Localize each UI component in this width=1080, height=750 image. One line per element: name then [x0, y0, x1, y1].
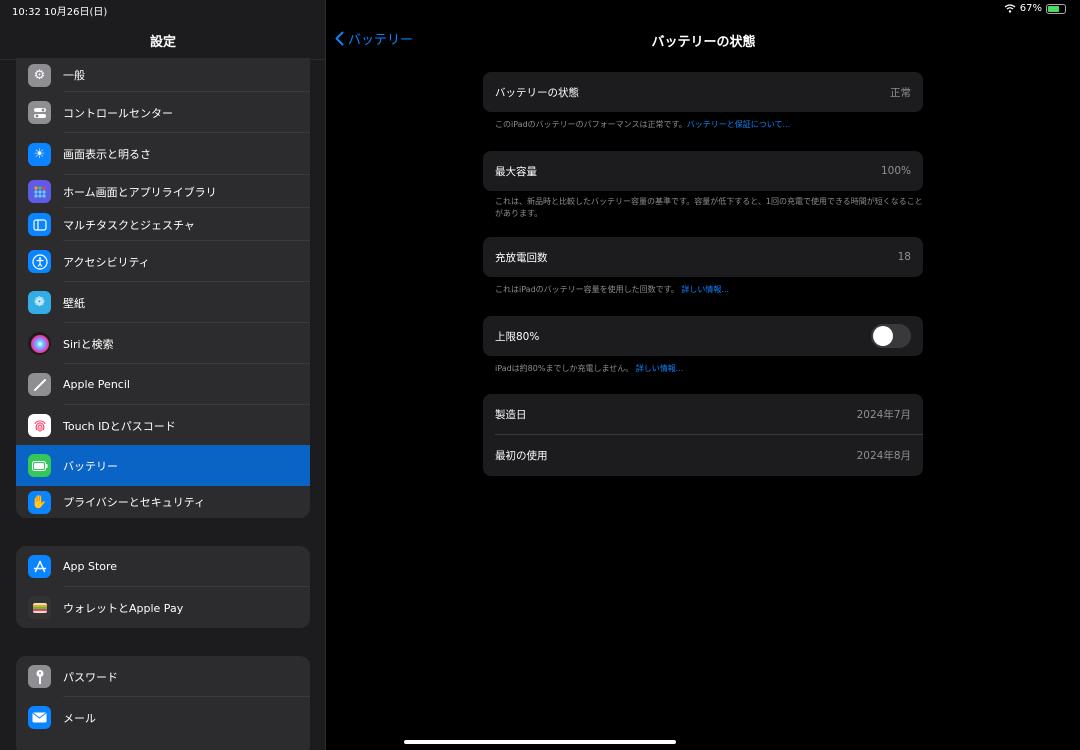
- first-use-label: 最初の使用: [495, 450, 548, 462]
- flower-icon: ❁: [28, 291, 51, 314]
- charge-limit-row: 上限80%: [483, 316, 923, 356]
- gear-icon: ⚙: [28, 63, 51, 87]
- sidebar-item-label: メール: [63, 711, 96, 725]
- status-time: 10:32 10月26日(日): [12, 7, 108, 18]
- max-capacity-value: 100%: [880, 165, 911, 177]
- appstore-icon: [28, 555, 51, 578]
- sidebar-item-label: App Store: [63, 560, 118, 573]
- sidebar-item-label: 画面表示と明るさ: [63, 148, 151, 161]
- sidebar-item-display[interactable]: ☀ 画面表示と明るさ: [16, 133, 310, 175]
- cycle-count-card: 充放電回数 18: [483, 237, 923, 277]
- settings-group-store: App Store ウォレットとApple Pay: [16, 546, 310, 628]
- key-icon: [28, 665, 51, 688]
- sidebar-item-accessibility[interactable]: アクセシビリティ: [16, 241, 310, 282]
- sidebar-item-passwords[interactable]: パスワード: [16, 656, 310, 697]
- manufacture-date-label: 製造日: [495, 409, 527, 421]
- battery-health-card: バッテリーの状態 正常: [483, 72, 923, 112]
- battery-icon: [28, 454, 51, 477]
- sidebar-item-label: プライバシーとセキュリティ: [63, 496, 206, 509]
- battery-status-icon: [1046, 3, 1066, 14]
- sidebar-item-label: コントロールセンター: [63, 106, 173, 120]
- manufacture-date-row: 製造日 2024年7月: [483, 394, 923, 435]
- charge-limit-card: 上限80%: [483, 316, 923, 356]
- sidebar-item-general[interactable]: ⚙ 一般: [16, 58, 310, 92]
- sun-icon: ☀: [28, 142, 51, 166]
- max-capacity-row: 最大容量 100%: [483, 151, 923, 191]
- sidebar-item-home-screen[interactable]: ホーム画面とアプリライブラリ: [16, 175, 310, 208]
- sidebar-item-siri[interactable]: Siriと検索: [16, 323, 310, 364]
- sidebar-item-label: マルチタスクとジェスチャ: [63, 218, 195, 232]
- accessibility-icon: [28, 250, 51, 273]
- sidebar-item-label: ホーム画面とアプリライブラリ: [63, 185, 217, 199]
- charge-limit-toggle[interactable]: [871, 324, 911, 348]
- max-capacity-card: 最大容量 100%: [483, 151, 923, 191]
- sidebar-header: 10:32 10月26日(日) 設定: [0, 0, 325, 60]
- battery-health-value: 正常: [890, 86, 911, 99]
- battery-health-note: このiPadのバッテリーのパフォーマンスは正常です。バッテリーと保証について..…: [495, 120, 791, 129]
- sidebar-item-label: Siriと検索: [63, 337, 114, 351]
- wallet-icon: [28, 596, 51, 619]
- sidebar-item-label: アクセシビリティ: [63, 255, 150, 269]
- cycle-count-row: 充放電回数 18: [483, 237, 923, 277]
- settings-group-accounts: パスワード メール: [16, 656, 310, 750]
- cycle-count-learn-more-link[interactable]: 詳しい情報...: [681, 285, 729, 294]
- charge-limit-label: 上限80%: [495, 330, 540, 343]
- battery-dates-card: 製造日 2024年7月 最初の使用 2024年8月: [483, 394, 923, 476]
- sidebar-item-label: バッテリー: [63, 459, 118, 473]
- charge-limit-learn-more-link[interactable]: 詳しい情報...: [636, 364, 684, 373]
- mail-icon: [28, 706, 51, 729]
- sidebar-item-label: Apple Pencil: [63, 378, 130, 391]
- page-title: バッテリーの状態: [651, 35, 756, 50]
- settings-sidebar: 10:32 10月26日(日) 設定 ⚙ 一般 コントロールセンター ☀ 画面表…: [0, 0, 326, 750]
- status-bar-right: 67%: [1004, 3, 1066, 14]
- sidebar-item-label: パスワード: [63, 670, 118, 684]
- siri-icon: [28, 332, 51, 355]
- sidebar-item-label: 一般: [63, 69, 85, 82]
- first-use-row: 最初の使用 2024年8月: [483, 435, 923, 476]
- max-capacity-note: これは、新品時と比較したバッテリー容量の基準です。容量が低下すると、1回の充電で…: [495, 197, 923, 218]
- sidebar-item-multitasking[interactable]: マルチタスクとジェスチャ: [16, 208, 310, 241]
- hand-icon: ✋: [28, 490, 51, 514]
- sidebar-item-control-center[interactable]: コントロールセンター: [16, 92, 310, 133]
- first-use-value: 2024年8月: [856, 450, 911, 462]
- battery-warranty-link[interactable]: バッテリーと保証について...: [687, 120, 790, 129]
- multitask-icon: [28, 213, 51, 236]
- sidebar-item-label: 壁紙: [63, 296, 85, 310]
- wifi-icon: [1004, 4, 1016, 13]
- sidebar-item-app-store[interactable]: App Store: [16, 546, 310, 587]
- switches-icon: [28, 101, 51, 124]
- sidebar-item-apple-pencil[interactable]: Apple Pencil: [16, 364, 310, 405]
- max-capacity-label: 最大容量: [495, 165, 537, 178]
- cycle-count-label: 充放電回数: [495, 251, 548, 264]
- sidebar-item-privacy[interactable]: ✋ プライバシーとセキュリティ: [16, 486, 310, 518]
- settings-group-main: ⚙ 一般 コントロールセンター ☀ 画面表示と明るさ ホーム画面とアプリライブラ…: [16, 58, 310, 518]
- fingerprint-icon: [28, 414, 51, 437]
- cycle-count-value: 18: [897, 251, 911, 263]
- battery-health-label: バッテリーの状態: [495, 86, 579, 99]
- charge-limit-note: iPadは約80%までしか充電しません。 詳しい情報...: [495, 364, 684, 373]
- sidebar-title: 設定: [149, 35, 176, 50]
- battery-health-row[interactable]: バッテリーの状態 正常: [483, 72, 923, 112]
- pencil-icon: [28, 373, 51, 396]
- sidebar-item-wallet[interactable]: ウォレットとApple Pay: [16, 587, 310, 628]
- sidebar-item-label: ウォレットとApple Pay: [63, 601, 184, 615]
- sidebar-item-label: Touch IDとパスコード: [63, 419, 176, 433]
- cycle-count-note: これはiPadのバッテリー容量を使用した回数です。 詳しい情報...: [495, 285, 730, 294]
- sidebar-item-touch-id[interactable]: Touch IDとパスコード: [16, 405, 310, 446]
- battery-percentage: 67%: [1019, 3, 1042, 14]
- grid-icon: [28, 180, 51, 203]
- sidebar-item-battery[interactable]: バッテリー: [16, 445, 310, 486]
- sidebar-item-wallpaper[interactable]: ❁ 壁紙: [16, 282, 310, 323]
- home-indicator[interactable]: [404, 740, 676, 744]
- sidebar-item-mail[interactable]: メール: [16, 697, 310, 738]
- manufacture-date-value: 2024年7月: [856, 409, 911, 421]
- battery-health-pane: 67% バッテリー バッテリーの状態 バッテリーの状態 正常 このiPadのバッ…: [327, 0, 1080, 750]
